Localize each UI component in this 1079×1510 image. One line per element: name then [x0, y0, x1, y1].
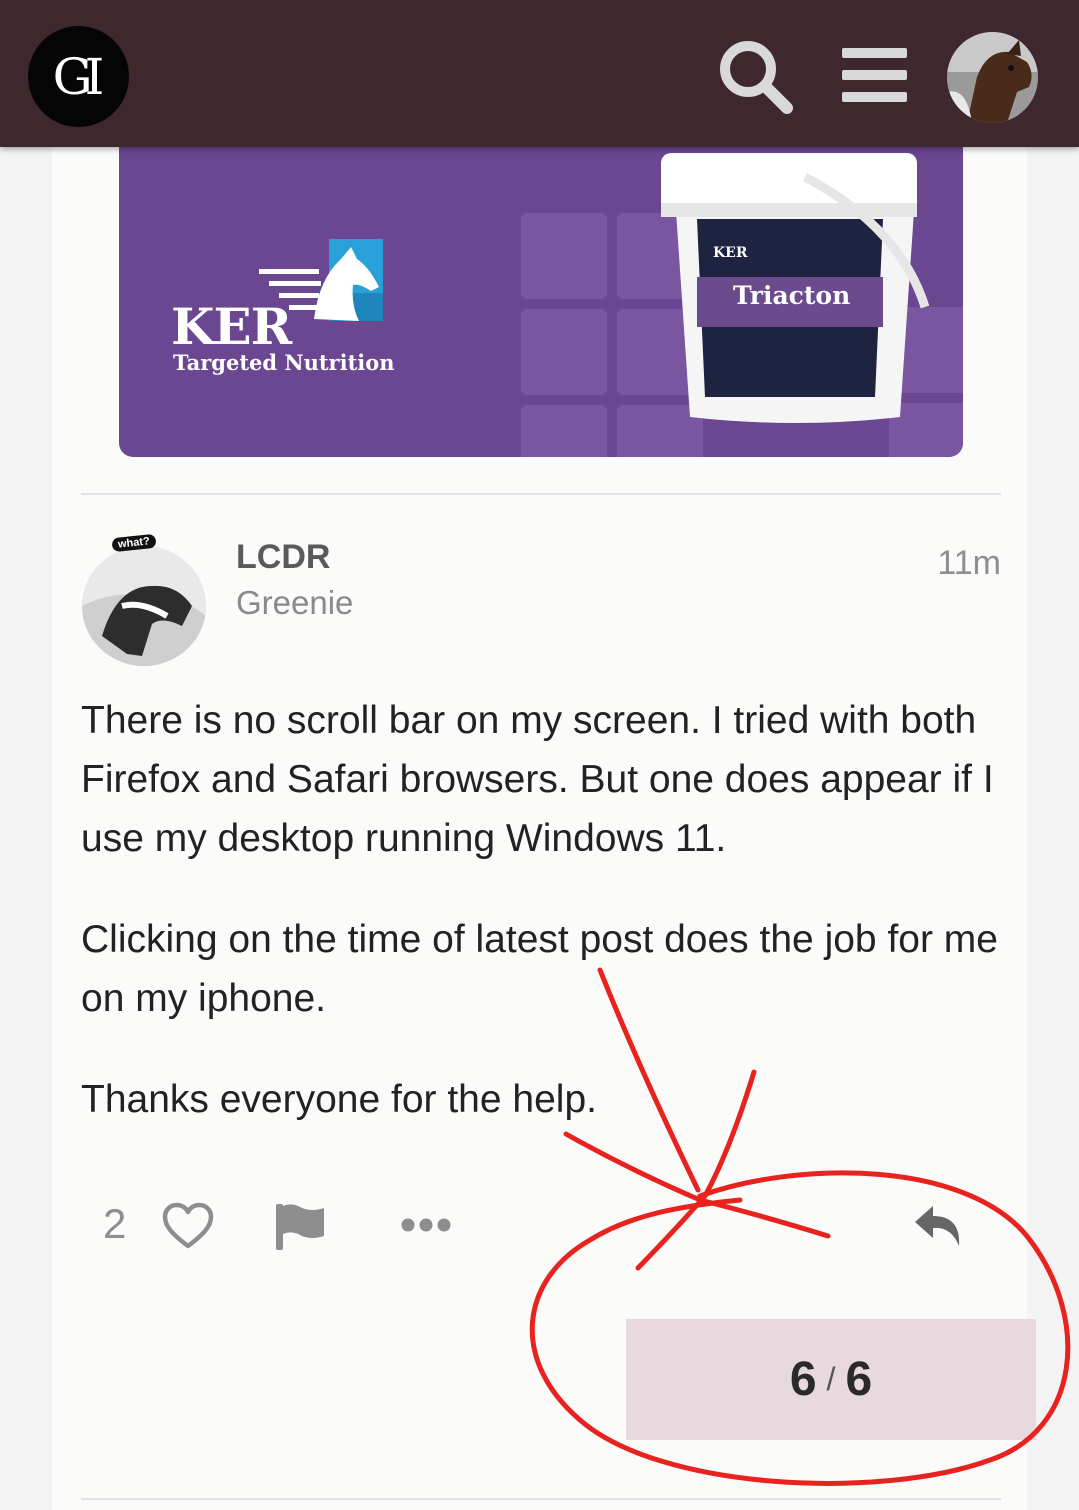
- horse-rider-avatar-image: [82, 546, 206, 666]
- post-paragraph: Thanks everyone for the help.: [81, 1078, 597, 1121]
- progress-total: 6: [845, 1353, 873, 1406]
- site-logo[interactable]: GI: [28, 26, 129, 127]
- post-divider-top: [81, 493, 1001, 495]
- search-button[interactable]: [715, 36, 795, 116]
- banner-tile: [521, 213, 607, 299]
- hamburger-menu-button[interactable]: [836, 36, 916, 116]
- post-divider-bottom: [81, 1498, 1001, 1500]
- more-icon[interactable]: [401, 1217, 451, 1233]
- post-author-avatar[interactable]: [82, 546, 206, 666]
- bucket-product-name: Triacton: [733, 281, 851, 310]
- ker-tagline: Targeted Nutrition: [173, 350, 395, 375]
- post-paragraph: There is no scroll bar on my screen. I t…: [81, 699, 994, 860]
- logo-text: GI: [52, 47, 105, 106]
- progress-separator: /: [826, 1361, 836, 1397]
- progress-current: 6: [789, 1353, 817, 1406]
- bucket-brand-label: KER: [713, 245, 748, 261]
- horse-avatar-image: [947, 32, 1038, 123]
- top-header: GI: [0, 0, 1079, 147]
- post-user-title: Greenie: [236, 584, 354, 621]
- ker-banner-ad[interactable]: KER Targeted Nutrition KER Triacton: [119, 147, 963, 457]
- heart-icon[interactable]: [162, 1202, 214, 1250]
- post-timestamp[interactable]: 11m: [937, 544, 1001, 583]
- search-icon: [720, 41, 793, 114]
- post-paragraph: Clicking on the time of latest post does…: [81, 918, 998, 1020]
- reply-icon[interactable]: [913, 1204, 965, 1250]
- post-username[interactable]: LCDR: [236, 538, 330, 577]
- hamburger-menu-icon: [842, 48, 907, 102]
- banner-tile: [521, 309, 607, 395]
- like-count[interactable]: 2: [103, 1200, 126, 1248]
- topic-progress-indicator[interactable]: 6 / 6: [626, 1319, 1036, 1440]
- ker-brand-wordmark: KER: [171, 297, 292, 356]
- current-user-avatar[interactable]: [947, 32, 1038, 123]
- banner-tile: [521, 405, 607, 457]
- flag-icon[interactable]: [274, 1202, 326, 1252]
